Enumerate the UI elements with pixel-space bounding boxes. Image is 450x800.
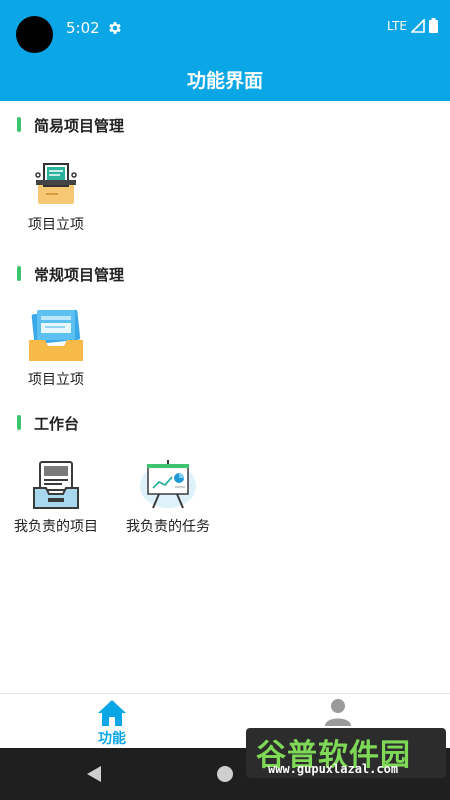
- section-title-regular: 常规项目管理: [34, 266, 125, 284]
- gear-icon: [109, 22, 121, 34]
- tile-my-projects[interactable]: 我负责的项目: [6, 458, 106, 536]
- back-icon[interactable]: [86, 765, 102, 783]
- status-time: 5:02: [66, 19, 100, 37]
- home-circle-icon[interactable]: [216, 765, 234, 783]
- network-label: LTE: [387, 18, 407, 33]
- tile-simple-project-setup[interactable]: 项目立项: [6, 160, 106, 234]
- section-title-simple: 简易项目管理: [34, 117, 125, 135]
- tile-label: 我负责的项目: [14, 519, 98, 535]
- signal-icon: [411, 18, 425, 33]
- avatar-dot: [16, 16, 53, 53]
- status-right: LTE: [387, 18, 438, 33]
- section-accent-bar: [17, 117, 21, 132]
- tile-label: 我负责的任务: [126, 519, 210, 535]
- tile-my-tasks[interactable]: 我负责的任务: [118, 458, 218, 536]
- section-accent-bar: [17, 266, 21, 281]
- battery-icon: [429, 18, 438, 33]
- watermark-url: www.gupuxlazal.com: [268, 762, 399, 776]
- nav-label: 功能: [98, 731, 126, 747]
- nav-item-functions[interactable]: 功能: [52, 694, 172, 749]
- tray-document-icon: [29, 309, 83, 361]
- home-icon: [98, 700, 126, 726]
- page-title: 功能界面: [186, 70, 263, 92]
- user-icon: [325, 699, 351, 726]
- folder-document-icon: [35, 163, 77, 204]
- tile-label: 项目立项: [28, 372, 84, 388]
- section-title-workbench: 工作台: [34, 415, 80, 433]
- app-bar: 功能界面: [0, 58, 450, 101]
- watermark: 谷普软件园 www.gupuxlazal.com: [246, 728, 446, 778]
- status-bar: 5:02 LTE: [0, 0, 450, 58]
- tile-regular-project-setup[interactable]: 项目立项: [6, 308, 106, 389]
- inbox-documents-icon: [33, 461, 79, 509]
- presentation-board-icon: [140, 460, 196, 509]
- section-accent-bar: [17, 415, 21, 430]
- tile-label: 项目立项: [28, 217, 84, 233]
